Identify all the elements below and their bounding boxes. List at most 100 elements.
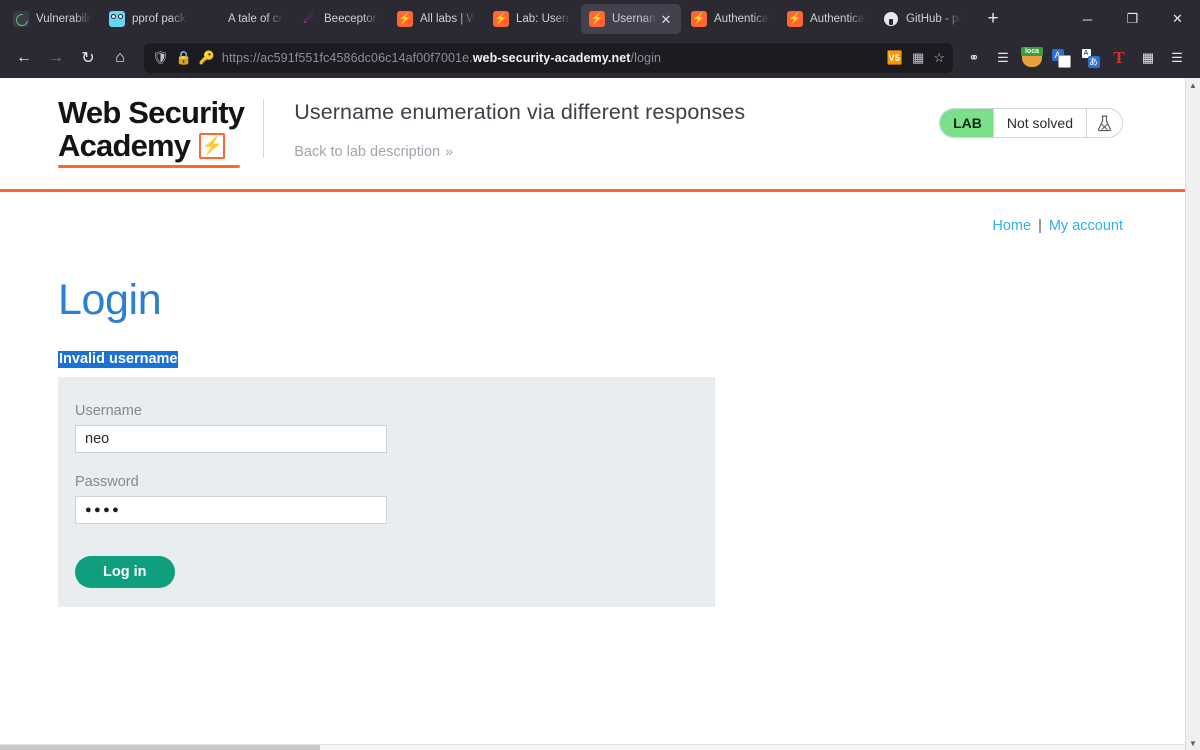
nav-link-home[interactable]: Home	[992, 218, 1031, 234]
username-label: Username	[75, 403, 142, 419]
url-prefix: https://ac591f551fc4586dc06c14af00f7001e…	[221, 51, 473, 65]
back-to-lab-description-link[interactable]: Back to lab description»	[294, 143, 745, 160]
lab-status-widget[interactable]: LAB Not solved	[939, 108, 1123, 138]
reload-icon[interactable]: ↻	[72, 43, 104, 73]
portswigger-icon	[397, 11, 413, 27]
browser-window: Vulnerability pprof packa A tale of cri …	[0, 0, 1200, 750]
web-page-content: Web Security Academy ⚡ Username enumerat…	[0, 78, 1185, 750]
logo-line-1: Web Security	[58, 95, 245, 130]
login-heading: Login	[58, 276, 162, 324]
scroll-down-icon[interactable]: ▼	[1189, 736, 1197, 750]
browser-tab-github[interactable]: GitHub - pa	[875, 4, 969, 34]
browser-tab-authentication-1[interactable]: Authenticat	[683, 4, 777, 34]
browser-tab-beeceptor[interactable]: ☄ Beeceptor -	[293, 4, 387, 34]
close-tab-icon[interactable]: ✕	[659, 13, 673, 26]
portswigger-icon	[787, 11, 803, 27]
tab-label: Lab: Userna	[516, 13, 571, 25]
tab-label: pprof packa	[132, 13, 187, 25]
beeceptor-icon: ☄	[303, 11, 315, 26]
github-icon	[883, 11, 899, 27]
browser-tab-authentication-2[interactable]: Authenticat	[779, 4, 873, 34]
tab-strip: Vulnerability pprof packa A tale of cri …	[0, 0, 1200, 38]
localstack-extension-icon[interactable]	[1019, 44, 1045, 72]
window-controls: ─ ❐ ✕	[1065, 0, 1200, 38]
tab-label: A tale of cri	[228, 13, 283, 25]
url-text[interactable]: https://ac591f551fc4586dc06c14af00f7001e…	[222, 51, 880, 65]
padlock-icon[interactable]: 🔒	[176, 50, 192, 66]
app-menu-icon[interactable]: ☰	[1164, 44, 1190, 72]
vulnerability-icon	[13, 11, 29, 27]
library-icon[interactable]: ☰	[990, 44, 1016, 72]
tab-label: Vulnerability	[36, 13, 91, 25]
japanese-translate-extension-icon[interactable]	[1077, 44, 1103, 72]
back-icon[interactable]: ←	[8, 43, 40, 73]
lab-title-block: Username enumeration via different respo…	[270, 96, 745, 160]
nav-link-my-account[interactable]: My account	[1049, 218, 1123, 234]
maximize-button[interactable]: ❐	[1110, 0, 1155, 38]
translate-extension-icon[interactable]	[1048, 44, 1074, 72]
page-body: Home | My account Login Invalid username U…	[0, 192, 1185, 607]
browser-tab-lab-username[interactable]: Lab: Userna	[485, 4, 579, 34]
portswigger-icon	[493, 11, 509, 27]
academy-logo[interactable]: Web Security Academy ⚡	[58, 96, 270, 168]
portswigger-icon	[589, 11, 605, 27]
browser-tab-all-labs[interactable]: All labs | We	[389, 4, 483, 34]
flask-svg	[1097, 115, 1112, 131]
username-input[interactable]: neo	[75, 425, 387, 453]
forward-icon[interactable]: →	[40, 43, 72, 73]
vertical-scrollbar[interactable]: ▲ ▼	[1185, 78, 1200, 750]
url-path: /login	[630, 51, 662, 65]
page-title: Username enumeration via different respo…	[294, 100, 746, 124]
site-header: Web Security Academy ⚡ Username enumerat…	[0, 78, 1185, 192]
horizontal-scrollbar[interactable]	[0, 744, 1185, 750]
tab-label: Beeceptor -	[324, 13, 379, 25]
lightning-bolt-icon: ⚡	[199, 132, 226, 159]
pocket-icon[interactable]: ⚭	[961, 44, 987, 72]
flask-icon	[1086, 109, 1122, 137]
extensions-in-address-icon[interactable]: ▦	[912, 50, 924, 66]
navigation-toolbar: ← → ↻ ⌂ 🛡 🔒 🔑 https://ac591f551fc4586dc0…	[0, 38, 1200, 78]
key-icon[interactable]: 🔑	[199, 50, 215, 66]
toolbar-extensions: ⚭ ☰ T ▦ ☰	[961, 44, 1192, 72]
portswigger-icon	[691, 11, 707, 27]
page-viewport: Web Security Academy ⚡ Username enumerat…	[0, 78, 1200, 750]
status-badge: Not solved	[992, 109, 1086, 137]
tab-label: Authenticat	[714, 13, 769, 25]
scroll-up-icon[interactable]: ▲	[1189, 78, 1197, 92]
address-bar-actions: 🆚 ▦ ☆	[887, 50, 945, 66]
url-domain: web-security-academy.net	[472, 51, 631, 65]
top-navigation: Home | My account	[58, 192, 1123, 234]
back-link-label: Back to lab description	[294, 144, 441, 160]
browser-tab-a-tale-of-cri[interactable]: A tale of cri	[197, 4, 291, 34]
translate-page-icon[interactable]: 🆚	[887, 50, 903, 66]
logo-line-2: Academy	[58, 128, 191, 163]
logo-underline	[58, 165, 240, 168]
temper-extension-icon[interactable]: T	[1106, 44, 1132, 72]
tab-label: Authenticat	[810, 13, 865, 25]
bookmark-star-icon[interactable]: ☆	[933, 50, 945, 66]
tab-label: GitHub - pa	[906, 13, 961, 25]
gopher-icon	[109, 11, 125, 27]
shield-icon[interactable]: 🛡	[152, 50, 169, 66]
header-divider	[263, 99, 265, 158]
password-label: Password	[75, 474, 139, 490]
address-bar[interactable]: 🛡 🔒 🔑 https://ac591f551fc4586dc06c14af00…	[144, 43, 953, 73]
password-input[interactable]: ●●●●	[75, 496, 387, 524]
login-button[interactable]: Log in	[75, 556, 175, 588]
login-form: Username neo Password ●●●● Log in	[58, 377, 715, 607]
close-window-button[interactable]: ✕	[1155, 0, 1200, 38]
browser-tab-username-active[interactable]: Usernam ✕	[581, 4, 681, 34]
nav-separator: |	[1038, 218, 1042, 234]
tab-label: Usernam	[612, 13, 657, 25]
error-message: Invalid username	[58, 351, 179, 368]
extensions-puzzle-icon[interactable]: ▦	[1135, 44, 1161, 72]
horizontal-scrollbar-thumb[interactable]	[0, 745, 320, 750]
browser-tab-vulnerability[interactable]: Vulnerability	[5, 4, 99, 34]
tab-list: Vulnerability pprof packa A tale of cri …	[4, 0, 970, 38]
tab-label: All labs | We	[420, 13, 475, 25]
browser-tab-pprof[interactable]: pprof packa	[101, 4, 195, 34]
new-tab-button[interactable]: +	[978, 4, 1008, 34]
home-icon[interactable]: ⌂	[104, 43, 136, 73]
chevron-right-icon: »	[445, 143, 453, 159]
minimize-button[interactable]: ─	[1065, 0, 1110, 38]
